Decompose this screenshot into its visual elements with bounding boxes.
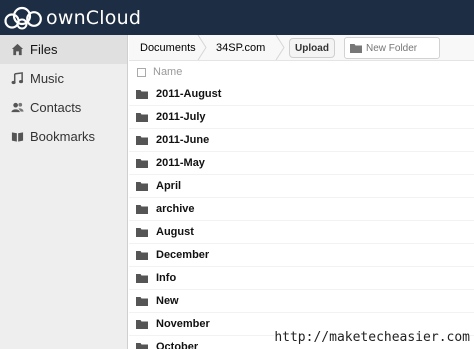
file-name[interactable]: November (156, 318, 210, 330)
breadcrumb-current-label: 34SP.com (216, 41, 266, 54)
folder-icon (136, 228, 148, 237)
folder-icon (136, 274, 148, 283)
file-name[interactable]: New (156, 295, 179, 307)
file-name[interactable]: 2011-July (156, 111, 206, 123)
file-name[interactable]: 2011-August (156, 88, 221, 100)
file-row[interactable]: archive (129, 198, 474, 221)
sidebar-item-bookmarks[interactable]: Bookmarks (0, 122, 127, 151)
upload-button[interactable]: Upload (289, 38, 335, 58)
file-name[interactable]: 2011-May (156, 157, 205, 169)
new-folder-field[interactable] (344, 37, 440, 59)
contacts-icon (10, 101, 24, 115)
file-row[interactable]: April (129, 175, 474, 198)
breadcrumb-separator-icon (275, 35, 285, 60)
file-row[interactable]: New (129, 290, 474, 313)
file-name[interactable]: April (156, 180, 181, 192)
folder-icon (136, 343, 148, 349)
brand-name: ownCloud (46, 7, 142, 29)
book-icon (10, 130, 24, 144)
folder-icon (136, 251, 148, 260)
file-row[interactable]: 2011-June (129, 129, 474, 152)
folder-icon (136, 320, 148, 329)
breadcrumb-current[interactable]: 34SP.com (205, 35, 285, 60)
file-row[interactable]: 2011-August (129, 83, 474, 106)
folder-icon (136, 205, 148, 214)
file-row[interactable]: August (129, 221, 474, 244)
file-list-header: Name (129, 62, 474, 82)
folder-icon (136, 90, 148, 99)
cloud-icon (4, 6, 42, 30)
breadcrumb-root[interactable]: Documents (129, 35, 201, 60)
sidebar-item-label: Bookmarks (30, 129, 96, 144)
sidebar-item-label: Files (30, 42, 58, 57)
owncloud-logo[interactable]: ownCloud (4, 5, 141, 31)
file-controls-bar: Documents 34SP.com Upload (129, 35, 474, 61)
sidebar-item-label: Music (30, 71, 64, 86)
file-row[interactable]: 2011-May (129, 152, 474, 175)
music-icon (10, 72, 24, 86)
folder-icon (136, 159, 148, 168)
new-folder-input[interactable] (366, 42, 436, 54)
folder-icon (136, 182, 148, 191)
name-column-header[interactable]: Name (153, 66, 182, 78)
file-name[interactable]: archive (156, 203, 195, 215)
file-row[interactable]: 2011-July (129, 106, 474, 129)
file-name[interactable]: 2011-June (156, 134, 209, 146)
file-name[interactable]: October (156, 341, 198, 349)
select-all-checkbox[interactable] (137, 67, 146, 77)
sidebar-item-files[interactable]: Files (0, 35, 127, 64)
sidebar-item-contacts[interactable]: Contacts (0, 93, 127, 122)
home-icon (10, 43, 24, 57)
folder-icon (136, 136, 148, 145)
file-name[interactable]: Info (156, 272, 176, 284)
breadcrumb-root-label: Documents (140, 41, 196, 54)
folder-icon (350, 44, 362, 53)
file-row[interactable]: Info (129, 267, 474, 290)
folder-icon (136, 113, 148, 122)
sidebar-item-music[interactable]: Music (0, 64, 127, 93)
watermark-text: http://maketecheasier.com (274, 330, 470, 345)
file-row[interactable]: December (129, 244, 474, 267)
sidebar-item-label: Contacts (30, 100, 82, 115)
upload-button-label: Upload (295, 42, 329, 54)
folder-icon (136, 297, 148, 306)
file-name[interactable]: December (156, 249, 209, 261)
top-header: ownCloud (0, 0, 474, 35)
sidebar: Files Music Contacts Bookmarks (0, 35, 128, 349)
file-name[interactable]: August (156, 226, 194, 238)
